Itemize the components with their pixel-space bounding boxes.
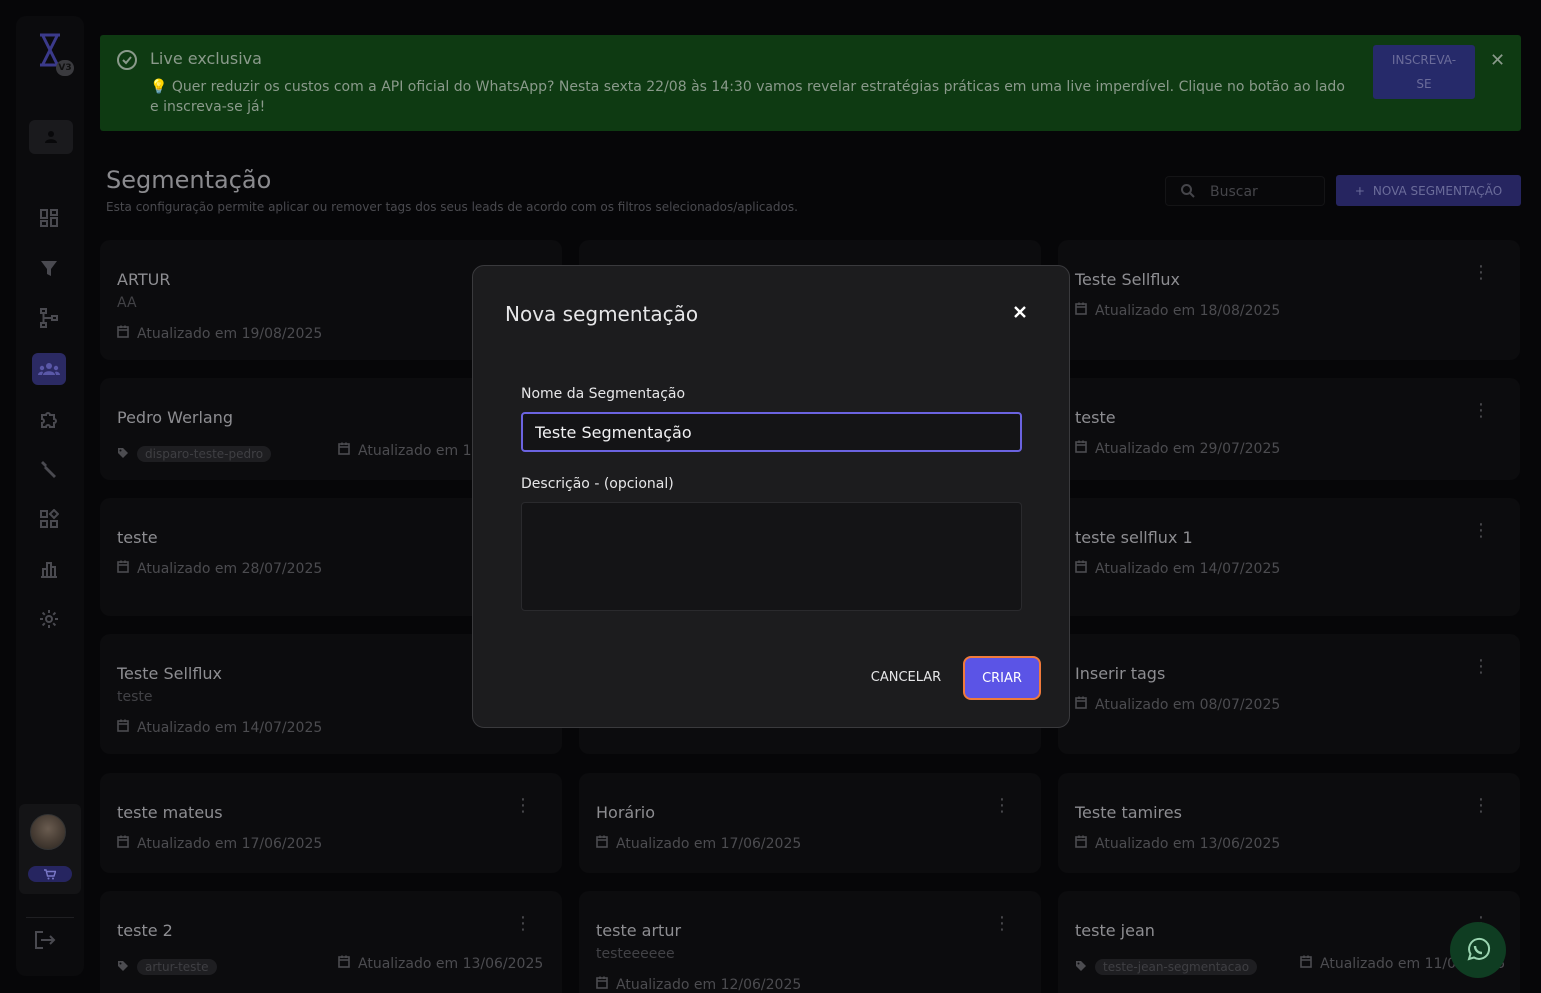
create-button[interactable]: CRIAR xyxy=(963,656,1041,700)
new-segmentation-dialog: Nova segmentação Nome da Segmentação Des… xyxy=(472,265,1070,728)
close-icon xyxy=(1014,306,1026,318)
whatsapp-icon xyxy=(1467,937,1491,961)
dialog-title: Nova segmentação xyxy=(505,302,699,326)
cancel-button[interactable]: CANCELAR xyxy=(861,664,951,690)
segmentation-name-input[interactable] xyxy=(521,412,1022,452)
dialog-close-button[interactable] xyxy=(1013,304,1027,323)
segmentation-description-input[interactable] xyxy=(521,502,1022,611)
whatsapp-chat-button[interactable] xyxy=(1450,922,1506,978)
name-field-label: Nome da Segmentação xyxy=(521,386,686,402)
description-field-label: Descrição - (opcional) xyxy=(521,476,674,492)
